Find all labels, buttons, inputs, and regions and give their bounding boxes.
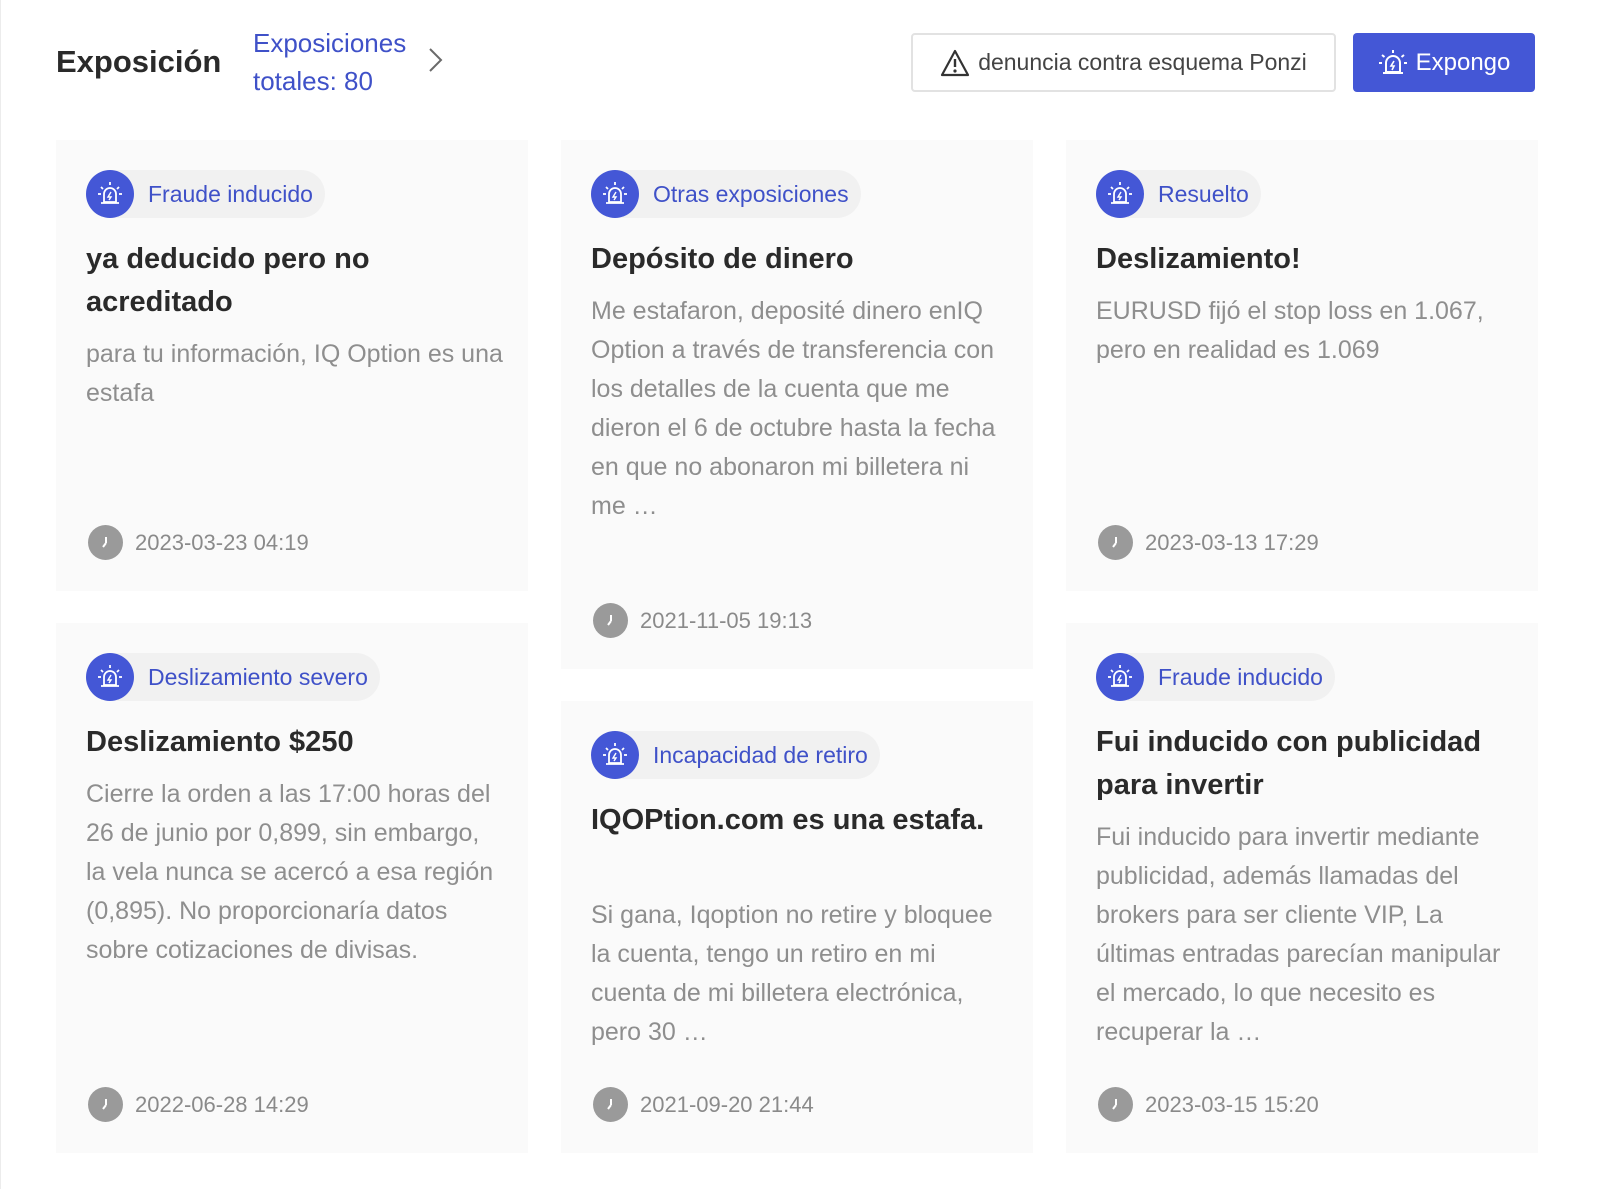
clock-icon	[88, 525, 123, 560]
clock-icon	[1098, 1087, 1133, 1122]
expose-button[interactable]: Expongo	[1353, 33, 1535, 92]
category-tag: Incapacidad de retiro	[591, 731, 880, 779]
card-description: para tu información, IQ Option es una es…	[86, 340, 503, 407]
siren-icon	[86, 653, 134, 701]
clock-icon	[88, 1087, 123, 1122]
clock-icon	[1098, 525, 1133, 560]
card-time-text: 2022-06-28 14:29	[135, 1091, 309, 1117]
card-description: Me estafaron, deposité dinero enIQ Optio…	[591, 297, 996, 520]
card-timestamp: 2023-03-23 04:19	[88, 525, 309, 560]
chevron-right-icon	[427, 46, 445, 79]
card-title: IQOPtion.com es una estafa.	[591, 804, 985, 836]
exposure-card[interactable]: Deslizamiento severo Deslizamiento $250 …	[56, 623, 528, 1153]
category-tag-label: Resuelto	[1158, 180, 1249, 207]
exposure-card[interactable]: Otras exposiciones Depósito de dinero Me…	[561, 140, 1033, 669]
siren-icon	[591, 731, 639, 779]
card-timestamp: 2023-03-13 17:29	[1098, 525, 1319, 560]
siren-icon	[86, 170, 134, 218]
siren-icon	[1096, 170, 1144, 218]
ponzi-report-button[interactable]: denuncia contra esquema Ponzi	[911, 33, 1336, 92]
card-timestamp: 2023-03-15 15:20	[1098, 1087, 1319, 1122]
card-title: ya deducido pero no acreditado	[86, 243, 370, 318]
category-tag-label: Incapacidad de retiro	[653, 741, 868, 768]
category-tag: Deslizamiento severo	[86, 653, 380, 701]
total-exposures-label: Exposiciones totales: 80	[253, 28, 407, 96]
card-time-text: 2023-03-23 04:19	[135, 529, 309, 555]
card-description: Si gana, Iqoption no retire y bloquee la…	[591, 901, 993, 1046]
card-timestamp: 2021-09-20 21:44	[593, 1087, 814, 1122]
card-description: Cierre la orden a las 17:00 horas del 26…	[86, 780, 494, 964]
card-title: Deslizamiento!	[1096, 243, 1301, 275]
siren-icon	[1378, 48, 1408, 78]
exposure-page: Exposición Exposiciones totales: 80 denu…	[0, 0, 1602, 1189]
card-description: EURUSD fijó el stop loss en 1.067, pero …	[1096, 297, 1484, 364]
exposure-card[interactable]: Incapacidad de retiro IQOPtion.com es un…	[561, 701, 1033, 1153]
page-header: Exposición Exposiciones totales: 80 denu…	[1, 0, 1602, 130]
card-timestamp: 2022-06-28 14:29	[88, 1087, 309, 1122]
category-tag-label: Deslizamiento severo	[148, 663, 368, 690]
siren-icon	[591, 170, 639, 218]
siren-icon	[1096, 653, 1144, 701]
clock-icon	[593, 1087, 628, 1122]
card-time-text: 2021-11-05 19:13	[640, 607, 813, 633]
category-tag: Fraude inducido	[1096, 653, 1335, 701]
ponzi-report-label: denuncia contra esquema Ponzi	[978, 49, 1307, 75]
card-timestamp: 2021-11-05 19:13	[593, 603, 812, 638]
category-tag: Fraude inducido	[86, 170, 325, 218]
warning-icon	[940, 49, 970, 77]
exposure-card[interactable]: Resuelto Deslizamiento! EURUSD fijó el s…	[1066, 140, 1538, 591]
category-tag-label: Fraude inducido	[148, 180, 313, 207]
total-exposures-link[interactable]: Exposiciones totales: 80	[253, 24, 453, 100]
card-time-text: 2023-03-13 17:29	[1145, 529, 1319, 555]
card-time-text: 2023-03-15 15:20	[1145, 1091, 1319, 1117]
expose-button-label: Expongo	[1415, 48, 1511, 76]
category-tag: Resuelto	[1096, 170, 1261, 218]
card-description: Fui inducido para invertir mediante publ…	[1096, 823, 1501, 1046]
category-tag-label: Otras exposiciones	[653, 180, 849, 207]
page-title: Exposición	[56, 44, 222, 79]
exposure-card[interactable]: Fraude inducido Fui inducido con publici…	[1066, 623, 1538, 1153]
card-time-text: 2021-09-20 21:44	[640, 1091, 814, 1117]
category-tag: Otras exposiciones	[591, 170, 861, 218]
category-tag-label: Fraude inducido	[1158, 663, 1323, 690]
exposure-card[interactable]: Fraude inducido ya deducido pero no acre…	[56, 140, 528, 591]
card-title: Deslizamiento $250	[86, 726, 354, 758]
clock-icon	[593, 603, 628, 638]
card-title: Fui inducido con publicidad para inverti…	[1096, 726, 1482, 801]
card-title: Depósito de dinero	[591, 243, 854, 275]
